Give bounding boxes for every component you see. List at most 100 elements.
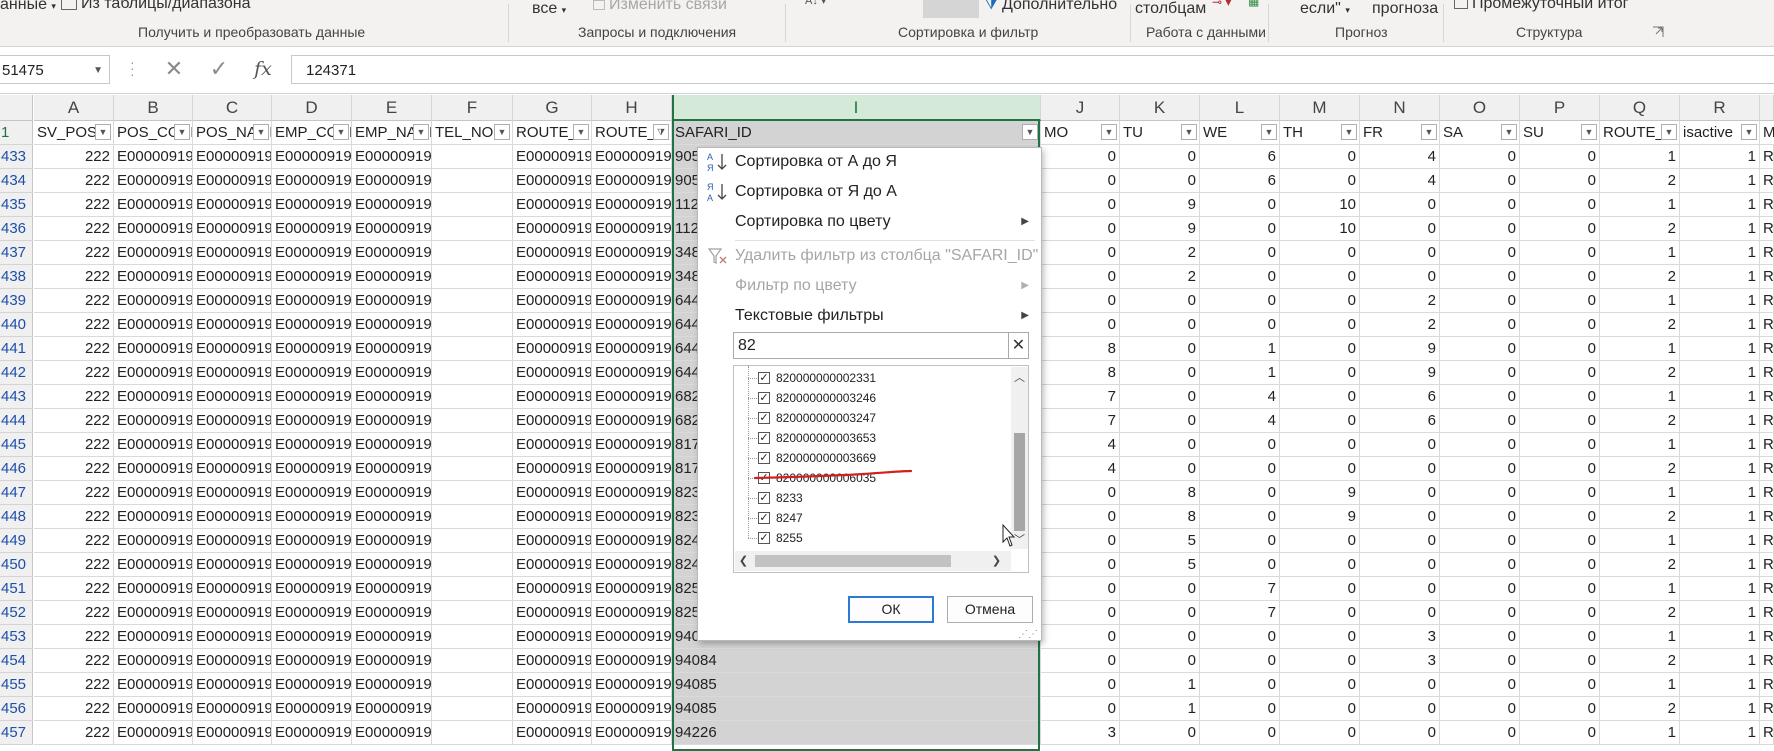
table-cell[interactable]: 0 — [1120, 601, 1200, 625]
table-cell[interactable]: E00000919 — [272, 697, 352, 721]
column-title-cell[interactable]: EMP_CODE ▼ — [272, 121, 352, 145]
table-cell[interactable]: 1 — [1600, 337, 1680, 361]
table-cell[interactable]: E000009194 — [352, 313, 432, 337]
filter-value-item[interactable]: ✓ 820000000003653 — [758, 428, 876, 448]
table-cell[interactable]: 0 — [1280, 721, 1360, 745]
table-cell[interactable]: 0 — [1280, 553, 1360, 577]
table-cell[interactable]: 3 — [1041, 721, 1120, 745]
column-header-Q[interactable]: Q — [1600, 95, 1680, 121]
table-cell[interactable]: E00000919 — [592, 337, 672, 361]
checkbox[interactable]: ✓ — [758, 411, 770, 424]
filter-dropdown-icon[interactable]: ▼ — [573, 124, 589, 140]
column-title-cell[interactable]: ROUTE_ ▼ — [513, 121, 592, 145]
table-cell[interactable]: 0 — [1440, 145, 1520, 169]
table-cell[interactable]: E00000919 — [193, 553, 272, 577]
table-cell[interactable]: E00000919 — [272, 529, 352, 553]
table-cell[interactable]: 0 — [1440, 361, 1520, 385]
table-cell[interactable]: E00000919 — [592, 625, 672, 649]
table-cell[interactable]: 0 — [1520, 361, 1600, 385]
table-cell[interactable]: 2 — [1600, 505, 1680, 529]
table-cell[interactable]: 1 — [1600, 577, 1680, 601]
row-header[interactable]: 454 — [0, 649, 33, 673]
table-cell[interactable]: R — [1760, 505, 1774, 529]
table-cell[interactable]: 94084 — [672, 649, 1041, 673]
table-cell[interactable]: E00000919 — [193, 721, 272, 745]
table-cell[interactable]: 7 — [1041, 385, 1120, 409]
table-cell[interactable]: 0 — [1360, 217, 1440, 241]
table-cell[interactable]: 2 — [1600, 265, 1680, 289]
table-cell[interactable] — [432, 409, 513, 433]
row-header[interactable]: 451 — [0, 577, 33, 601]
table-cell[interactable]: E00000919 — [592, 193, 672, 217]
table-cell[interactable]: E00000919 — [114, 553, 193, 577]
table-cell[interactable]: 1 — [1680, 409, 1760, 433]
filter-dropdown-icon[interactable]: ▼ — [1661, 124, 1677, 140]
table-cell[interactable]: 0 — [1200, 217, 1280, 241]
table-cell[interactable]: 0 — [1041, 577, 1120, 601]
table-cell[interactable]: R — [1760, 673, 1774, 697]
table-cell[interactable]: 0 — [1440, 385, 1520, 409]
column-header-K[interactable]: K — [1120, 95, 1200, 121]
table-cell[interactable]: E00000919 — [592, 577, 672, 601]
table-cell[interactable]: 0 — [1440, 265, 1520, 289]
edit-links-button[interactable]: Изменить связи — [593, 0, 727, 14]
table-cell[interactable]: 0 — [1280, 289, 1360, 313]
table-cell[interactable]: 222 — [34, 577, 114, 601]
table-cell[interactable]: 0 — [1520, 145, 1600, 169]
table-cell[interactable]: E00000919 — [114, 337, 193, 361]
horizontal-scrollbar[interactable]: ❮ ❯ — [735, 551, 1011, 571]
table-cell[interactable]: 0 — [1440, 673, 1520, 697]
table-cell[interactable]: 0 — [1041, 313, 1120, 337]
table-cell[interactable]: E00000919 — [513, 313, 592, 337]
table-cell[interactable]: 0 — [1360, 505, 1440, 529]
table-cell[interactable]: E00000919 — [592, 289, 672, 313]
table-cell[interactable]: 1 — [1680, 673, 1760, 697]
column-header-O[interactable]: O — [1440, 95, 1520, 121]
table-cell[interactable]: 0 — [1120, 409, 1200, 433]
table-cell[interactable]: 1 — [1680, 697, 1760, 721]
table-cell[interactable]: 222 — [34, 673, 114, 697]
resize-grip-icon[interactable]: ⋰⋰ — [1018, 630, 1038, 640]
table-cell[interactable]: 1 — [1680, 145, 1760, 169]
table-cell[interactable]: E00000919 — [272, 169, 352, 193]
table-cell[interactable]: 7 — [1200, 601, 1280, 625]
table-cell[interactable]: E00000919 — [513, 193, 592, 217]
table-cell[interactable]: E00000919 — [592, 673, 672, 697]
filter-value-item[interactable]: ✓ 8247 — [758, 508, 803, 528]
table-cell[interactable]: 0 — [1440, 193, 1520, 217]
table-cell[interactable]: E00000919 — [272, 433, 352, 457]
table-cell[interactable]: 4 — [1200, 409, 1280, 433]
table-cell[interactable]: E00000919 — [592, 313, 672, 337]
row-header[interactable]: 447 — [0, 481, 33, 505]
filter-dropdown-icon[interactable]: ▼ — [1101, 124, 1117, 140]
table-cell[interactable]: R — [1760, 577, 1774, 601]
table-cell[interactable]: 0 — [1440, 289, 1520, 313]
table-cell[interactable]: 1 — [1680, 625, 1760, 649]
column-header-I[interactable]: I — [672, 95, 1041, 121]
table-cell[interactable]: 0 — [1520, 289, 1600, 313]
table-cell[interactable]: 222 — [34, 385, 114, 409]
table-cell[interactable]: E00000919 — [114, 241, 193, 265]
table-cell[interactable]: 0 — [1520, 433, 1600, 457]
row-header[interactable]: 441 — [0, 337, 33, 361]
table-cell[interactable]: 0 — [1440, 433, 1520, 457]
table-cell[interactable]: 0 — [1280, 337, 1360, 361]
table-cell[interactable]: 0 — [1440, 625, 1520, 649]
dialog-launcher-icon[interactable] — [1652, 26, 1664, 38]
table-cell[interactable]: 0 — [1520, 577, 1600, 601]
table-cell[interactable]: 222 — [34, 337, 114, 361]
table-cell[interactable]: 0 — [1440, 553, 1520, 577]
formula-bar-grip-icon[interactable]: · · · — [130, 55, 135, 81]
table-cell[interactable]: E00000919 — [114, 313, 193, 337]
table-cell[interactable]: R — [1760, 649, 1774, 673]
table-cell[interactable]: 222 — [34, 601, 114, 625]
table-cell[interactable]: E00000919 — [272, 457, 352, 481]
table-cell[interactable]: E00000919 — [193, 505, 272, 529]
table-cell[interactable]: 0 — [1041, 193, 1120, 217]
data-validation-icon[interactable]: ⊸ ▾ — [1212, 0, 1231, 9]
table-cell[interactable]: 0 — [1360, 265, 1440, 289]
table-cell[interactable]: E00000919 — [513, 169, 592, 193]
table-cell[interactable]: E000009194 — [352, 697, 432, 721]
table-cell[interactable]: 0 — [1200, 193, 1280, 217]
table-cell[interactable]: E00000919 — [513, 361, 592, 385]
